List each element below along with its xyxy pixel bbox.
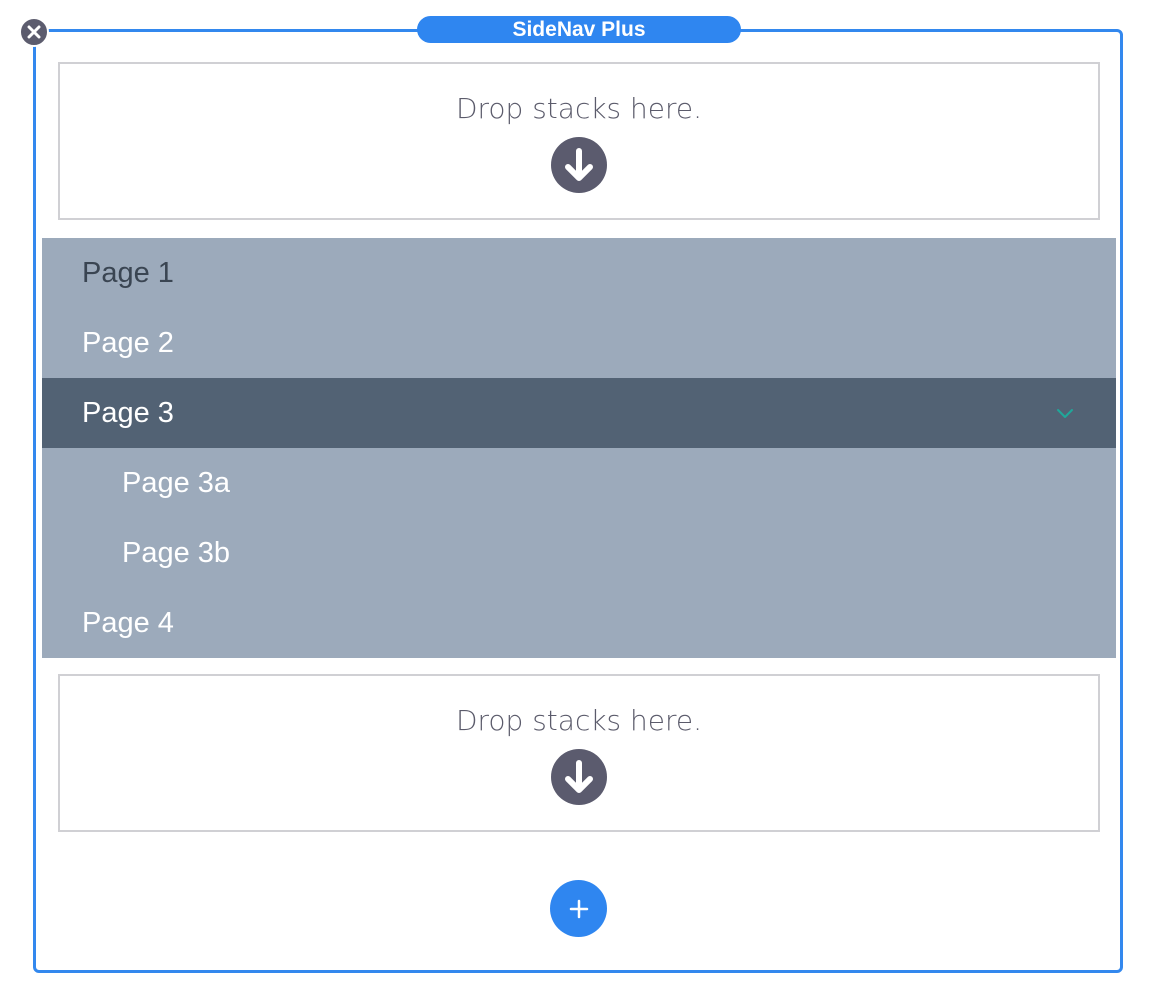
nav-item-page-3[interactable]: Page 3	[42, 378, 1116, 448]
plus-icon	[569, 899, 588, 918]
chevron-down-icon[interactable]	[1054, 402, 1076, 424]
panel-title: SideNav Plus	[417, 16, 741, 43]
nav-item-page-3b[interactable]: Page 3b	[42, 518, 1116, 588]
arrow-down-circle-icon	[551, 137, 607, 193]
nav-item-label: Page 1	[82, 256, 174, 289]
dropzone-bottom[interactable]: Drop stacks here.	[58, 674, 1100, 832]
nav-item-label: Page 2	[82, 326, 174, 359]
side-nav-menu: Page 1 Page 2 Page 3 Page 3a Page 3b Pag…	[42, 238, 1116, 658]
nav-item-page-3a[interactable]: Page 3a	[42, 448, 1116, 518]
nav-item-label: Page 3a	[122, 466, 231, 499]
nav-item-page-2[interactable]: Page 2	[42, 308, 1116, 378]
nav-item-page-4[interactable]: Page 4	[42, 588, 1116, 658]
close-icon	[27, 25, 41, 39]
close-button[interactable]	[19, 17, 49, 47]
nav-item-label: Page 3	[82, 396, 174, 429]
dropzone-top[interactable]: Drop stacks here.	[58, 62, 1100, 220]
dropzone-text: Drop stacks here.	[455, 92, 703, 125]
nav-item-label: Page 4	[82, 606, 174, 639]
add-button[interactable]	[550, 880, 607, 937]
dropzone-text: Drop stacks here.	[455, 704, 703, 737]
nav-item-label: Page 3b	[122, 536, 231, 569]
nav-item-page-1[interactable]: Page 1	[42, 238, 1116, 308]
arrow-down-circle-icon	[551, 749, 607, 805]
